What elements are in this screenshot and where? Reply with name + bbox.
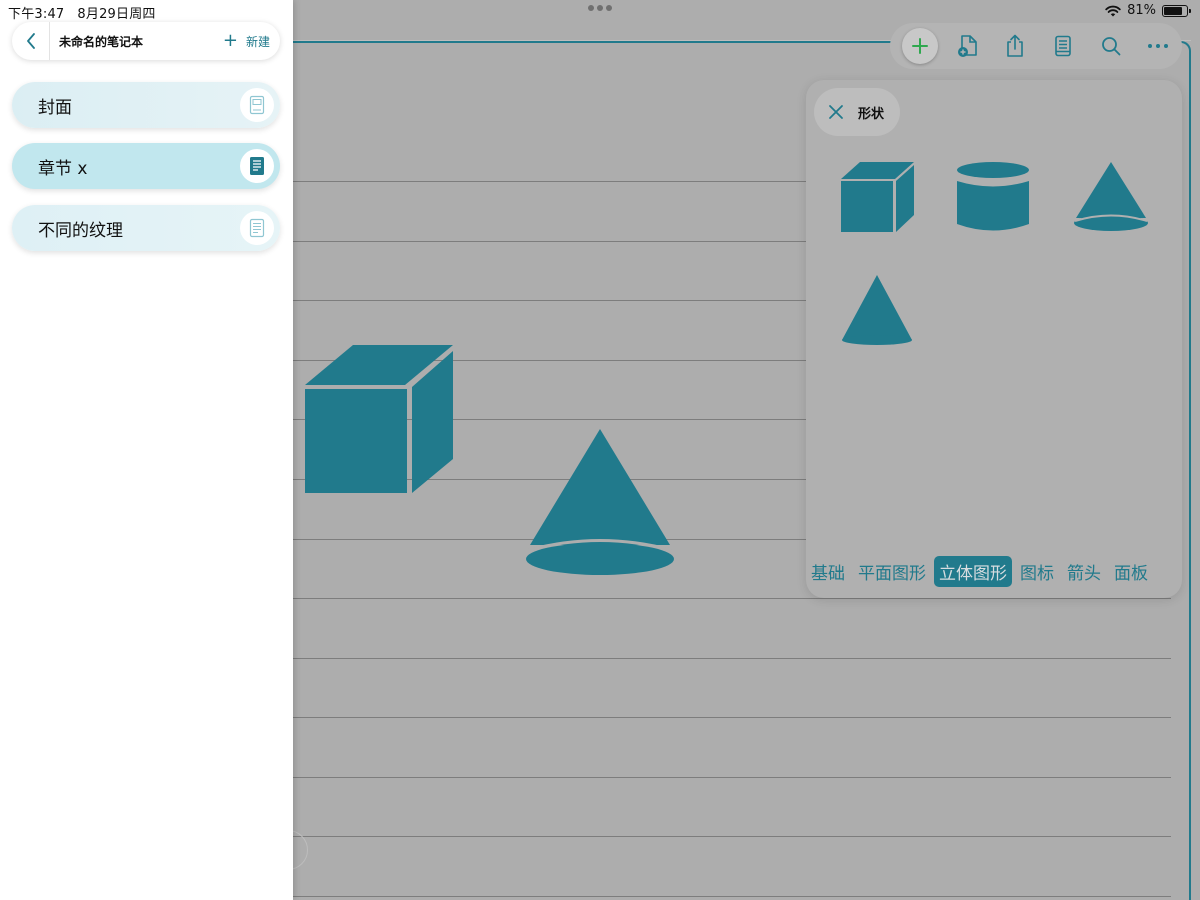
- battery-icon: [1162, 4, 1191, 17]
- shape-category-tabs: 基础 平面图形 立体图形 图标 箭头 面板: [806, 554, 1182, 588]
- multitasking-dots[interactable]: [588, 5, 612, 11]
- pages-button[interactable]: [1039, 23, 1087, 69]
- plus-icon: [911, 38, 928, 54]
- wifi-icon: [1105, 5, 1121, 16]
- canvas-cone-shape[interactable]: [525, 429, 675, 579]
- document-icon: [250, 157, 264, 175]
- back-button[interactable]: [12, 22, 50, 60]
- status-bar-right: 81%: [1105, 3, 1191, 18]
- cone-icon[interactable]: [1073, 161, 1149, 233]
- cylinder-icon[interactable]: [956, 161, 1030, 233]
- battery-percent: 81%: [1127, 3, 1156, 18]
- tab-icons[interactable]: 图标: [1015, 556, 1059, 587]
- new-button-label: 新建: [245, 34, 270, 49]
- search-icon: [1101, 37, 1120, 56]
- status-bar-time: 下午3:47 8月29日周四: [8, 3, 156, 22]
- tab-basic[interactable]: 基础: [806, 556, 850, 587]
- sidebar-item-label: 章节 x: [38, 158, 88, 179]
- shapes-panel-title: 形状: [858, 106, 885, 122]
- tab-panels[interactable]: 面板: [1109, 556, 1153, 587]
- sidebar-item-cover[interactable]: 封面: [12, 82, 280, 128]
- notebook-title: 未命名的笔记本: [59, 34, 144, 49]
- status-time: 下午3:47: [8, 7, 65, 22]
- cone-icon[interactable]: [840, 274, 916, 346]
- ruled-line: [293, 717, 1171, 718]
- share-icon: [1007, 34, 1023, 57]
- add-page-icon: [957, 35, 977, 57]
- share-button[interactable]: [991, 23, 1039, 69]
- document-icon: [249, 218, 265, 238]
- cube-icon[interactable]: [840, 161, 916, 233]
- more-icon: [1148, 44, 1169, 48]
- search-button[interactable]: [1087, 23, 1135, 69]
- top-toolbar: [890, 23, 1182, 69]
- chevron-left-icon: [26, 33, 35, 49]
- sidebar-item-label: 封面: [38, 97, 72, 118]
- shapes-panel-header: 形状: [814, 88, 900, 136]
- new-button[interactable]: + 新建: [223, 32, 270, 50]
- cover-page-icon: [249, 95, 265, 115]
- sidebar-item-chapter[interactable]: 章节 x: [12, 143, 280, 189]
- tab-flat-shapes[interactable]: 平面图形: [853, 556, 931, 587]
- add-page-button[interactable]: [944, 23, 992, 69]
- notebook-icon: [1055, 35, 1071, 57]
- ruled-line: [293, 658, 1171, 659]
- status-date: 8月29日周四: [77, 7, 156, 22]
- plus-icon: +: [222, 30, 238, 51]
- close-icon[interactable]: [828, 104, 844, 120]
- add-button[interactable]: [896, 23, 944, 69]
- ruled-line: [293, 836, 1171, 837]
- ruled-line: [293, 896, 1171, 897]
- sidebar-item-texture[interactable]: 不同的纹理: [12, 205, 280, 251]
- sidebar: 未命名的笔记本 + 新建 封面 章节 x 不同的纹理: [0, 0, 293, 900]
- tab-arrows[interactable]: 箭头: [1062, 556, 1106, 587]
- sidebar-item-label: 不同的纹理: [38, 220, 123, 241]
- ruled-line: [293, 777, 1171, 778]
- more-button[interactable]: [1134, 23, 1182, 69]
- canvas-cube-shape[interactable]: [303, 343, 455, 495]
- sidebar-header: 未命名的笔记本 + 新建: [12, 22, 280, 60]
- tab-3d-shapes[interactable]: 立体图形: [934, 555, 1012, 587]
- ruled-line: [293, 598, 1171, 599]
- shapes-panel: 形状 基础 平面图形 立体图形 图标 箭头 面板: [806, 80, 1182, 598]
